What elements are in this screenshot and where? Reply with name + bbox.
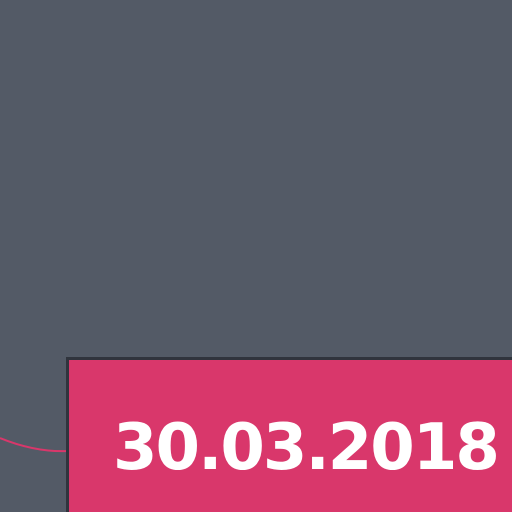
date-card: 30.03.2018 bbox=[66, 357, 512, 512]
canvas: 30.03.2018 bbox=[0, 0, 512, 512]
date-label: 30.03.2018 bbox=[113, 411, 500, 485]
